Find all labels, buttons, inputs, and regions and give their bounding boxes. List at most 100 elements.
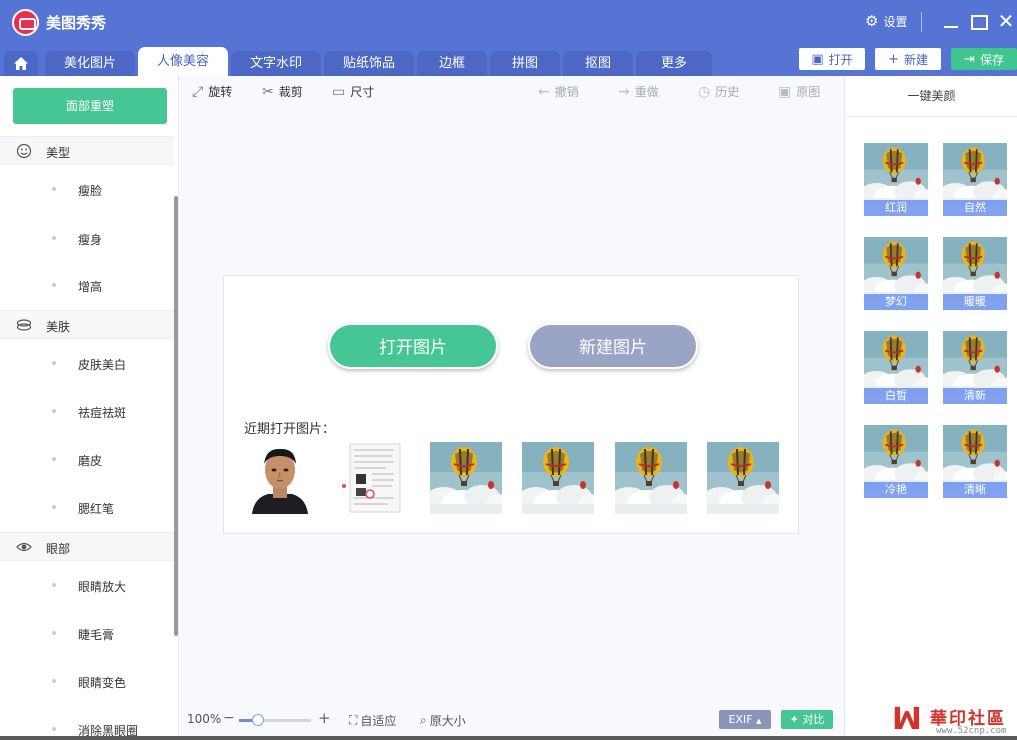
app-window: 美图秀秀 ⚙ 设置 ✕ 美化图片 人像美容 文字水印 贴纸饰品 边框 拼图 抠图… (0, 0, 1017, 736)
tab-cutout[interactable]: 抠图 (563, 51, 633, 76)
zoom-slider[interactable] (239, 714, 311, 726)
zoom-out-button[interactable]: − (223, 710, 235, 726)
sidebar-item-acne-removal[interactable]: 祛痘祛斑 (0, 401, 174, 421)
minimize-button[interactable] (942, 10, 962, 32)
undo-label: 撤销 (554, 85, 579, 99)
original-button[interactable]: ▣ 原图 (778, 83, 820, 100)
history-button[interactable]: ◷ 历史 (698, 83, 739, 100)
clock-icon: ◷ (698, 83, 711, 100)
rotate-button[interactable]: ⤢ 旋转 (192, 83, 232, 100)
open-button[interactable]: ▣ 打开 (799, 48, 865, 70)
scissors-icon: ✂ (262, 83, 274, 100)
tab-portrait[interactable]: 人像美容 (138, 47, 228, 76)
caret-up-icon: ▲ (756, 717, 762, 725)
zoom-level: 100% (187, 712, 222, 726)
preset-label: 梦幻 (864, 294, 928, 310)
compare-label: 对比 (802, 713, 825, 726)
preset-clear[interactable]: 清晰 (943, 416, 1007, 498)
preset-dreamy[interactable]: 梦幻 (864, 228, 928, 310)
actual-size-label: 原大小 (429, 714, 466, 728)
preset-rosy[interactable]: 红润 (864, 134, 928, 216)
sidebar-item-smoothing[interactable]: 磨皮 (0, 449, 174, 469)
actual-size-button[interactable]: ⌕ 原大小 (420, 712, 466, 729)
preset-cool[interactable]: 冷艳 (864, 416, 928, 498)
preset-warm[interactable]: 暖暖 (943, 228, 1007, 310)
tab-frames[interactable]: 边框 (417, 51, 487, 76)
new-image-button[interactable]: 新建图片 (528, 323, 698, 369)
maximize-button[interactable] (969, 10, 989, 32)
app-title: 美图秀秀 (46, 14, 107, 32)
section-label: 眼部 (46, 542, 71, 556)
smiley-icon (16, 143, 32, 159)
sidebar-scrollbar[interactable] (174, 196, 178, 636)
tab-more[interactable]: 更多 (636, 51, 712, 76)
watermark-url: www.52cnp.com (936, 726, 1007, 736)
section-shape[interactable]: 美型 (0, 136, 174, 165)
canvas-area: 打开图片 新建图片 近期打开图片： (180, 106, 844, 706)
section-eyes[interactable]: 眼部 (0, 532, 174, 561)
preset-label: 红润 (864, 200, 928, 216)
tab-home[interactable] (4, 51, 38, 76)
bullet (52, 457, 56, 461)
exif-button[interactable]: EXIF ▲ (719, 710, 771, 729)
preset-label: 清晰 (943, 482, 1007, 498)
sidebar-item-whitening[interactable]: 皮肤美白 (0, 353, 174, 373)
zoom-in-button[interactable]: + (318, 709, 331, 727)
edit-toolbar: ⤢ 旋转 ✂ 裁剪 ▭ 尺寸 ← 撤销 → 重做 ◷ 历史 ▣ 原图 (180, 76, 844, 106)
compare-button[interactable]: ✦ 对比 (781, 710, 833, 729)
tab-stickers[interactable]: 贴纸饰品 (324, 51, 414, 76)
size-button[interactable]: ▭ 尺寸 (332, 83, 374, 100)
item-label: 腮红笔 (78, 502, 115, 516)
sidebar-item-eye-enlarge[interactable]: 眼睛放大 (0, 575, 174, 595)
sidebar-item-mascara[interactable]: 睫毛膏 (0, 623, 174, 643)
arrow-left-icon: ← (538, 83, 550, 100)
tab-collage[interactable]: 拼图 (490, 51, 560, 76)
image-icon: ▣ (778, 83, 792, 100)
home-icon (14, 57, 28, 70)
sidebar-item-eye-color[interactable]: 眼睛变色 (0, 671, 174, 691)
item-label: 眼睛变色 (78, 676, 127, 690)
crop-button[interactable]: ✂ 裁剪 (262, 83, 303, 100)
sidebar-item-heighten[interactable]: 增高 (0, 275, 174, 295)
recent-thumbnail-balloon[interactable] (707, 442, 779, 514)
preset-fair[interactable]: 白皙 (864, 322, 928, 404)
recent-thumbnail-portrait[interactable] (244, 442, 316, 514)
section-label: 美型 (46, 146, 71, 160)
preset-natural[interactable]: 自然 (943, 134, 1007, 216)
item-label: 眼睛放大 (78, 580, 127, 594)
bullet (52, 361, 56, 365)
recent-thumbnail-balloon[interactable] (430, 442, 502, 514)
undo-button[interactable]: ← 撤销 (538, 83, 579, 100)
recent-thumbnail-document[interactable] (336, 442, 408, 514)
preset-fresh[interactable]: 清新 (943, 322, 1007, 404)
fit-button[interactable]: ⛶ 自适应 (349, 712, 396, 729)
magnifier-icon: ⌕ (420, 713, 427, 727)
tab-text-watermark[interactable]: 文字水印 (231, 51, 321, 76)
arrow-right-icon: → (618, 83, 630, 100)
item-label: 皮肤美白 (78, 358, 127, 372)
title-bar: 美图秀秀 ⚙ 设置 ✕ (0, 0, 1017, 45)
left-sidebar: 面部重塑 美型 瘦脸 瘦身 增高 美肤 皮肤美白 祛痘祛斑 磨皮 腮红笔 眼部 … (0, 76, 179, 736)
open-image-button[interactable]: 打开图片 (328, 323, 498, 369)
sidebar-item-slim-body[interactable]: 瘦身 (0, 228, 174, 248)
section-skin[interactable]: 美肤 (0, 310, 174, 339)
sidebar-item-blush[interactable]: 腮红笔 (0, 497, 174, 517)
original-label: 原图 (796, 85, 821, 99)
tab-beautify[interactable]: 美化图片 (45, 51, 135, 76)
sidebar-item-dark-circles[interactable]: 消除黑眼圈 (0, 719, 174, 736)
close-icon: ✕ (997, 9, 1015, 33)
plus-icon: + (888, 51, 899, 67)
redo-button[interactable]: → 重做 (618, 83, 659, 100)
fit-label: 自适应 (360, 714, 397, 728)
zoom-slider-handle[interactable] (252, 714, 265, 726)
close-button[interactable]: ✕ (996, 10, 1016, 32)
sidebar-item-slim-face[interactable]: 瘦脸 (0, 179, 174, 199)
recent-thumbnail-balloon[interactable] (522, 442, 594, 514)
face-reshape-button[interactable]: 面部重塑 (13, 88, 167, 124)
settings-button[interactable]: ⚙ 设置 (865, 13, 907, 30)
compact-icon (16, 319, 32, 331)
save-button[interactable]: ⇥ 保存 (951, 48, 1017, 70)
recent-thumbnail-balloon[interactable] (615, 442, 687, 514)
new-button[interactable]: + 新建 (875, 48, 941, 70)
one-click-beauty-title: 一键美颜 (845, 76, 1017, 117)
